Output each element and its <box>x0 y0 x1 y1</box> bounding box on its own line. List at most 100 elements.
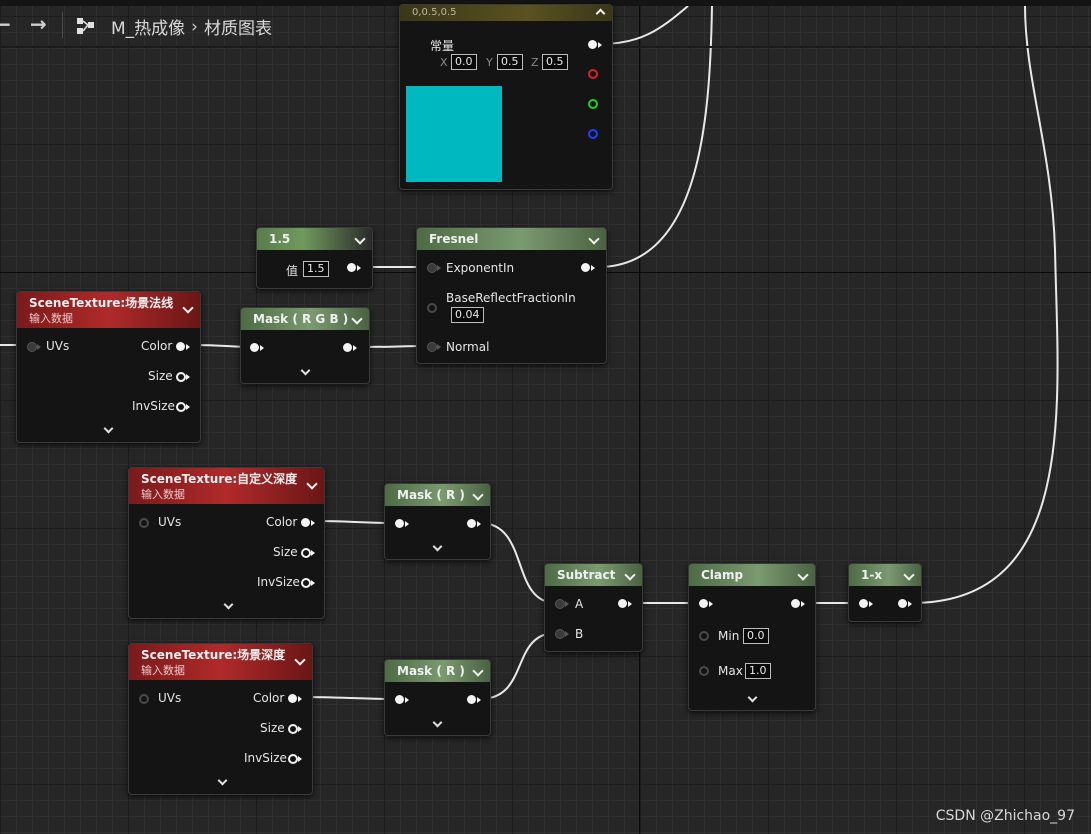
scene-normal-header[interactable]: SceneTexture:场景法线 输入数据 <box>17 292 200 328</box>
scalar-node[interactable]: 1.5 值 1.5 <box>256 227 373 289</box>
clamp-max-field[interactable]: 1.0 <box>745 663 771 679</box>
output-pin[interactable] <box>588 40 597 49</box>
mask-r-output-arrow-1 <box>477 521 481 527</box>
subtract-b-pin[interactable] <box>555 629 565 639</box>
subtract-a-label: A <box>575 597 584 611</box>
expand-chevron-icon[interactable] <box>747 692 758 703</box>
mask-r-header-1[interactable]: Mask ( R ) <box>385 484 490 506</box>
size-output-arrow <box>311 550 315 556</box>
one-minus-node[interactable]: 1-x <box>848 563 922 622</box>
mask-r-node-2[interactable]: Mask ( R ) <box>384 659 491 736</box>
expand-chevron-icon[interactable] <box>300 365 311 376</box>
chevron-down-icon[interactable] <box>472 489 484 501</box>
scalar-header[interactable]: 1.5 <box>257 228 372 250</box>
chevron-down-icon[interactable] <box>472 665 484 677</box>
z-value-field[interactable]: 0.5 <box>542 54 568 70</box>
material-graph-icon <box>77 18 94 34</box>
expand-chevron-icon[interactable] <box>217 775 228 786</box>
clamp-min-pin[interactable] <box>699 631 709 641</box>
uvs-pin[interactable] <box>139 518 149 528</box>
subtract-title: Subtract <box>557 568 616 582</box>
constant-vector-header[interactable]: 0,0.5,0.5 <box>400 5 612 21</box>
chevron-up-icon[interactable] <box>595 8 606 19</box>
exponent-in-pin[interactable] <box>427 263 437 273</box>
uvs-pin[interactable] <box>27 342 37 352</box>
clamp-header[interactable]: Clamp <box>689 564 815 586</box>
chevron-down-icon[interactable] <box>903 569 915 581</box>
invsize-output-pin[interactable] <box>176 402 186 412</box>
scene-custom-depth-header[interactable]: SceneTexture:自定义深度 输入数据 <box>129 468 324 504</box>
clamp-max-pin[interactable] <box>699 666 709 676</box>
output-pin-r[interactable] <box>588 69 598 79</box>
chevron-down-icon[interactable] <box>354 233 366 245</box>
fresnel-node[interactable]: Fresnel ExponentIn BaseReflectFractionIn… <box>416 227 607 364</box>
clamp-input-pin[interactable] <box>699 599 708 608</box>
size-output-pin[interactable] <box>301 548 311 558</box>
scene-depth-node[interactable]: SceneTexture:场景深度 输入数据 UVs Color Size In… <box>128 643 313 795</box>
subtract-header[interactable]: Subtract <box>545 564 642 586</box>
scene-normal-node[interactable]: SceneTexture:场景法线 输入数据 UVs Color Size In… <box>16 291 201 443</box>
clamp-node[interactable]: Clamp Min 0.0 Max 1.0 <box>688 563 816 711</box>
expand-chevron-icon[interactable] <box>432 717 443 728</box>
subtract-a-pin[interactable] <box>555 599 565 609</box>
invsize-output-pin[interactable] <box>288 754 298 764</box>
arrow-right-icon[interactable]: → <box>30 12 47 36</box>
color-output-pin[interactable] <box>288 694 297 703</box>
size-output-pin[interactable] <box>288 724 298 734</box>
base-reflect-pin[interactable] <box>427 303 437 313</box>
one-minus-output-pin[interactable] <box>898 599 907 608</box>
mask-r-header-2[interactable]: Mask ( R ) <box>385 660 490 682</box>
mask-rgb-input-pin[interactable] <box>250 343 259 352</box>
scene-custom-depth-node[interactable]: SceneTexture:自定义深度 输入数据 UVs Color Size I… <box>128 467 325 619</box>
subtract-b-label: B <box>575 627 584 641</box>
subtract-output-pin[interactable] <box>618 599 627 608</box>
breadcrumb-asset[interactable]: M_热成像 <box>111 19 185 39</box>
mask-rgb-node[interactable]: Mask ( R G B ) <box>240 307 370 384</box>
clamp-output-pin[interactable] <box>791 599 800 608</box>
color-output-arrow <box>186 344 190 350</box>
mask-r-output-pin-1[interactable] <box>467 519 476 528</box>
expand-chevron-icon[interactable] <box>223 599 234 610</box>
mask-r-input-pin-2[interactable] <box>395 695 404 704</box>
invsize-output-arrow <box>311 580 315 586</box>
mask-r-input-pin-1[interactable] <box>395 519 404 528</box>
base-reflect-value-field[interactable]: 0.04 <box>451 307 484 323</box>
y-value-field[interactable]: 0.5 <box>497 54 523 70</box>
x-value-field[interactable]: 0.0 <box>451 54 477 70</box>
chevron-down-icon[interactable] <box>588 233 600 245</box>
chevron-down-icon[interactable] <box>624 569 636 581</box>
scalar-value-field[interactable]: 1.5 <box>303 261 329 277</box>
wire-oneminus-to-top <box>911 5 1059 604</box>
fresnel-output-pin[interactable] <box>581 263 590 272</box>
normal-pin[interactable] <box>427 342 437 352</box>
output-pin-g[interactable] <box>588 99 598 109</box>
mask-rgb-header[interactable]: Mask ( R G B ) <box>241 308 369 330</box>
size-output-arrow <box>186 374 190 380</box>
breadcrumb: M_热成像 › 材质图表 <box>111 14 272 40</box>
invsize-output-pin[interactable] <box>301 578 311 588</box>
subtract-node[interactable]: Subtract A B <box>544 563 643 652</box>
uvs-pin[interactable] <box>139 694 149 704</box>
chevron-down-icon[interactable] <box>797 569 809 581</box>
breadcrumb-graph[interactable]: 材质图表 <box>204 19 272 39</box>
one-minus-input-pin[interactable] <box>859 599 868 608</box>
scalar-output-pin[interactable] <box>347 263 356 272</box>
expand-chevron-icon[interactable] <box>432 541 443 552</box>
arrow-left-icon[interactable]: ← <box>0 12 11 36</box>
size-output-arrow <box>298 726 302 732</box>
fresnel-header[interactable]: Fresnel <box>417 228 606 250</box>
expand-chevron-icon[interactable] <box>103 423 114 434</box>
color-output-pin[interactable] <box>176 342 185 351</box>
one-minus-header[interactable]: 1-x <box>849 564 921 586</box>
size-label: Size <box>260 721 285 735</box>
scene-depth-header[interactable]: SceneTexture:场景深度 输入数据 <box>129 644 312 680</box>
chevron-down-icon[interactable] <box>351 313 363 325</box>
size-output-pin[interactable] <box>176 372 186 382</box>
constant-vector-node[interactable]: 0,0.5,0.5 常量 X 0.0 Y 0.5 Z 0.5 <box>399 4 613 190</box>
color-output-pin[interactable] <box>301 518 310 527</box>
mask-rgb-output-pin[interactable] <box>343 343 352 352</box>
mask-r-node-1[interactable]: Mask ( R ) <box>384 483 491 560</box>
output-pin-b[interactable] <box>588 129 598 139</box>
mask-r-output-pin-2[interactable] <box>467 695 476 704</box>
clamp-min-field[interactable]: 0.0 <box>743 628 769 644</box>
